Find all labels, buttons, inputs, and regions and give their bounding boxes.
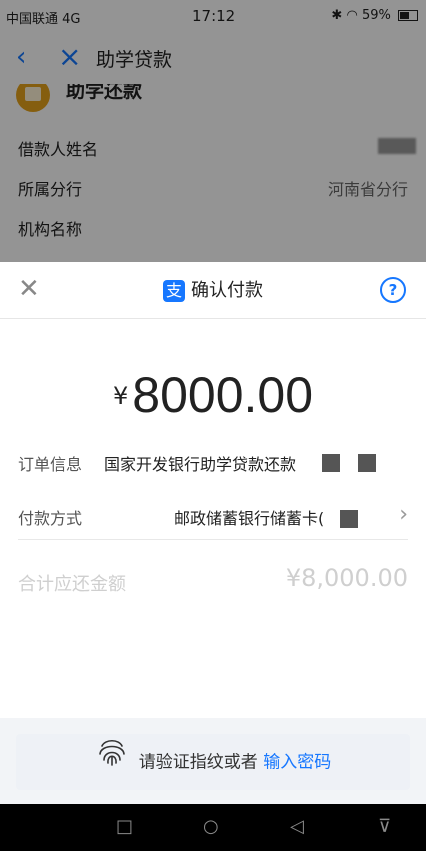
payment-label: 付款方式 [18,509,83,528]
currency-symbol: ¥ [112,382,129,410]
verify-prompt[interactable]: 请验证指纹或者 输入密码 [16,734,410,790]
help-icon[interactable]: ? [380,277,406,303]
divider [18,539,408,540]
hide-nav-icon[interactable]: ⊽ [378,816,391,837]
home-icon[interactable]: ○ [203,816,219,837]
payment-method-row[interactable]: 付款方式 邮政储蓄银行储蓄卡( › [0,494,426,540]
ghost-total-label: 合计应还金额 [18,574,126,595]
fingerprint-icon [95,734,129,791]
order-value: 国家开发银行助学贷款还款 [104,455,297,474]
order-label: 订单信息 [18,455,83,474]
payment-sheet: ✕ 支确认付款 ? ¥8000.00 订单信息 国家开发银行助学贷款还款 付款方… [0,262,426,804]
sheet-title: 支确认付款 [0,276,426,302]
back-nav-icon[interactable]: ◁ [290,816,304,837]
masked-block [322,454,340,472]
dim-overlay[interactable] [0,0,426,262]
verify-bar: 请验证指纹或者 输入密码 [0,718,426,804]
sheet-title-text: 确认付款 [191,280,263,301]
ghost-total-value: ¥8,000.00 [285,564,408,592]
payment-value: 邮政储蓄银行储蓄卡( [174,509,325,528]
recent-apps-icon[interactable]: □ [116,816,133,837]
order-info-row: 订单信息 国家开发银行助学贷款还款 [0,440,426,486]
masked-block [358,454,376,472]
alipay-logo-icon: 支 [163,280,185,302]
enter-password-link[interactable]: 输入密码 [263,753,331,773]
masked-block [340,510,358,528]
payment-amount: ¥8000.00 [0,366,426,424]
verify-text: 请验证指纹或者 [138,752,258,773]
divider [0,318,426,319]
system-nav-bar: □ ○ ◁ ⊽ [0,804,426,851]
amount-value: 8000.00 [132,367,314,423]
chevron-right-icon: › [399,502,408,527]
